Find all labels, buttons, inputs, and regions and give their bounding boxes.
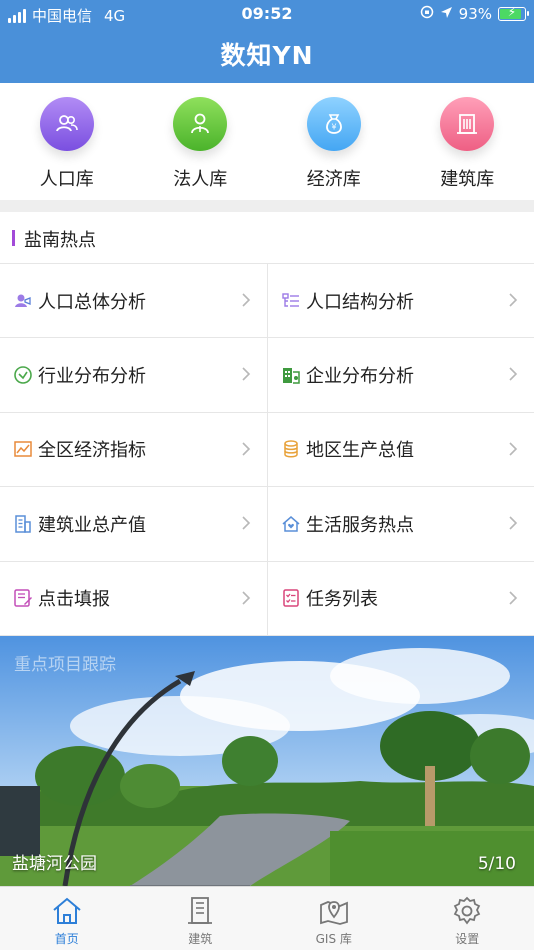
category-economy[interactable]: ¥ 经济库 [267,83,401,200]
grid-item-economic-indicators[interactable]: 全区经济指标 [0,413,267,488]
building-icon [440,97,495,151]
category-label: 经济库 [306,169,361,190]
enterprise-icon [280,364,302,386]
tab-settings[interactable]: 设置 [401,887,534,950]
chevron-right-icon [509,367,518,381]
battery-percent: 93% [458,5,492,23]
grid-item-label: 点击填报 [38,589,110,611]
tab-home[interactable]: 首页 [0,887,134,950]
grid-item-population-overall[interactable]: 人口总体分析 [0,264,267,339]
tab-label: 首页 [54,932,79,946]
coins-stack-icon [280,438,302,460]
trend-chart-icon [12,438,34,460]
chevron-right-icon [242,367,251,381]
structure-icon [280,290,302,312]
task-list-icon [280,587,302,609]
building-tab-icon [188,897,213,924]
grid-item-submit-report[interactable]: 点击填报 [0,562,267,636]
grid-item-label: 任务列表 [306,589,378,611]
category-legal-person[interactable]: 法人库 [134,83,268,200]
divider [0,200,534,212]
money-bag-icon: ¥ [306,97,361,151]
home-heart-icon [280,513,302,535]
chevron-right-icon [509,591,518,605]
banner-overlay-text: 重点项目跟踪 [14,655,116,675]
edit-form-icon [12,587,34,609]
grid-item-enterprise-distribution[interactable]: 企业分布分析 [267,338,534,413]
tab-bar: 首页 建筑 GIS 库 设置 [0,886,534,950]
home-icon [53,897,81,924]
category-building[interactable]: 建筑库 [401,83,534,200]
category-label: 法人库 [173,169,228,190]
page-title: 数知YN [220,41,314,70]
category-population[interactable]: 人口库 [0,83,134,200]
map-pin-icon [319,901,348,925]
tab-label: GIS 库 [315,932,352,946]
person-icon [173,97,228,151]
grid-item-industry-distribution[interactable]: 行业分布分析 [0,338,267,413]
photo-carousel[interactable]: 重点项目跟踪 盐塘河公园 5/10 [0,636,534,886]
grid-item-regional-gdp[interactable]: 地区生产总值 [267,412,534,488]
grid-item-construction-output[interactable]: 建筑业总产值 [0,487,267,562]
gear-icon [454,896,481,925]
grid-item-label: 人口总体分析 [38,291,146,313]
clock-icon [12,364,34,386]
grid-item-life-services[interactable]: 生活服务热点 [267,487,534,562]
building-outline-icon [12,513,34,535]
grid-item-population-structure[interactable]: 人口结构分析 [267,264,534,339]
grid-item-label: 地区生产总值 [306,440,414,462]
category-row: 人口库 法人库 ¥ 经济库 建筑库 [0,83,534,200]
banner-caption: 盐塘河公园 [12,854,97,874]
chevron-right-icon [509,442,518,456]
grid-item-label: 建筑业总产值 [38,514,146,536]
population-icon [12,290,34,312]
people-icon [39,97,94,151]
category-label: 人口库 [39,169,94,190]
grid-item-label: 生活服务热点 [306,514,414,536]
tab-label: 建筑 [188,932,213,946]
grid-item-label: 企业分布分析 [306,366,414,388]
grid-item-task-list[interactable]: 任务列表 [267,561,534,636]
section-header: 盐南热点 [0,212,534,264]
chevron-right-icon [242,442,251,456]
chevron-right-icon [242,591,251,605]
chevron-right-icon [509,293,518,307]
tab-label: 设置 [455,932,480,946]
tab-gis[interactable]: GIS 库 [267,887,401,950]
section-title: 盐南热点 [24,230,96,251]
chevron-right-icon [242,293,251,307]
grid-item-label: 人口结构分析 [306,291,414,313]
tab-building[interactable]: 建筑 [134,887,268,950]
category-label: 建筑库 [440,169,495,190]
header: 中国电信 4G 09:52 93% ⚡ 数知YN [0,0,534,83]
location-icon [440,5,453,23]
svg-text:¥: ¥ [331,123,336,132]
section-accent-bar [12,230,15,246]
chevron-right-icon [242,516,251,530]
grid-item-label: 行业分布分析 [38,366,146,388]
hot-topic-grid: 人口总体分析 人口结构分析 行业分布分析 企业分布分析 全区经济指标 地区生产总… [0,264,534,636]
chevron-right-icon [509,516,518,530]
grid-item-label: 全区经济指标 [38,440,146,462]
battery-icon: ⚡ [498,5,529,21]
carousel-pager: 5/10 [477,854,516,874]
rotation-lock-icon [420,5,434,23]
status-bar: 中国电信 4G 09:52 93% ⚡ [0,0,534,28]
